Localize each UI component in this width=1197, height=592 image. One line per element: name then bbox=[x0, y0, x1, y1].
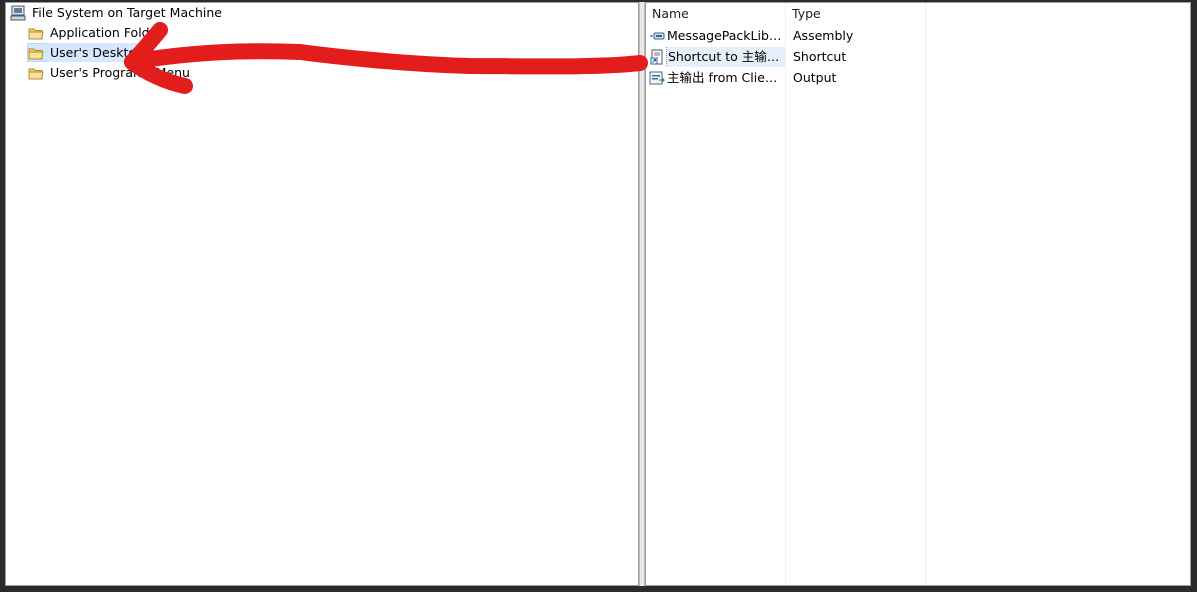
output-icon bbox=[649, 71, 665, 85]
list-row-output[interactable]: 主输出 from Client... Output bbox=[649, 68, 1189, 88]
column-header-type[interactable]: Type bbox=[786, 3, 926, 25]
list-cell-name: 主输出 from Client... bbox=[649, 68, 785, 88]
list-item-type: Assembly bbox=[793, 28, 854, 43]
folder-icon bbox=[28, 48, 44, 59]
file-list-pane[interactable]: Name Type MessagePackLib.dll Assembly Sh… bbox=[645, 2, 1191, 586]
list-cell-name: MessagePackLib.dll bbox=[649, 26, 785, 46]
tree-item-label: User's Programs Menu bbox=[50, 65, 190, 80]
list-row-shortcut[interactable]: Shortcut to 主输出... Shortcut bbox=[649, 47, 1189, 67]
list-item-name: 主输出 from Client... bbox=[667, 70, 785, 85]
list-cell-name: Shortcut to 主输出... bbox=[649, 47, 785, 67]
tree-item-users-desktop[interactable]: User's Desktop bbox=[27, 43, 148, 62]
file-system-tree-pane[interactable]: File System on Target Machine Applicatio… bbox=[5, 2, 639, 586]
computer-icon bbox=[10, 5, 26, 20]
list-item-type: Output bbox=[793, 70, 837, 85]
column-header-name[interactable]: Name bbox=[646, 3, 786, 25]
column-divider bbox=[785, 3, 786, 585]
list-item-type: Shortcut bbox=[793, 49, 847, 64]
tree-item-application-folder[interactable]: Application Folder bbox=[28, 23, 165, 42]
assembly-icon bbox=[650, 32, 665, 40]
shortcut-icon bbox=[650, 49, 663, 65]
list-row-messagepacklib[interactable]: MessagePackLib.dll Assembly bbox=[649, 26, 1189, 46]
tree-item-root[interactable]: File System on Target Machine bbox=[10, 3, 225, 22]
tree-item-label: Application Folder bbox=[50, 25, 163, 40]
list-item-name: Shortcut to 主输出... bbox=[666, 47, 785, 67]
tree-item-label: User's Desktop bbox=[47, 43, 147, 62]
folder-icon bbox=[28, 28, 44, 39]
tree-root-label: File System on Target Machine bbox=[32, 5, 222, 20]
list-item-name: MessagePackLib.dll bbox=[667, 28, 785, 43]
tree-item-users-programs-menu[interactable]: User's Programs Menu bbox=[28, 63, 193, 82]
folder-icon bbox=[28, 68, 44, 79]
column-divider bbox=[925, 3, 926, 585]
